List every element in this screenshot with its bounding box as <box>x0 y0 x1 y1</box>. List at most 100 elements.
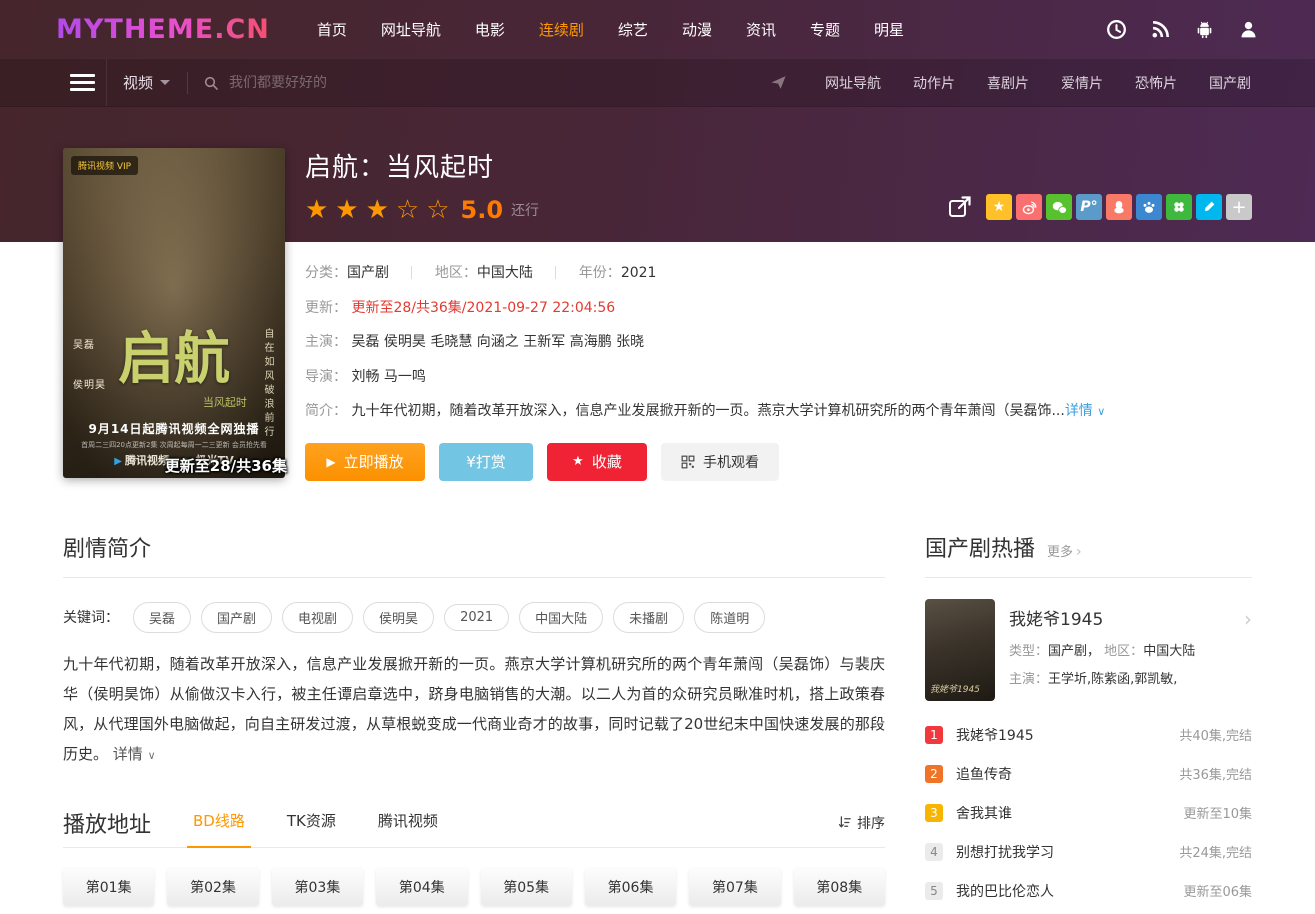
intro-more-link[interactable]: 详情 <box>1065 403 1093 419</box>
rank-item-3[interactable]: 3 舍我其谁 更新至10集 <box>925 803 1252 823</box>
divider <box>411 266 412 279</box>
type-value: 国产剧， <box>1048 644 1100 659</box>
main-nav: 首页 网址导航 电影 连续剧 综艺 动漫 资讯 专题 明星 <box>300 19 921 40</box>
nav-item-stars[interactable]: 明星 <box>857 19 921 40</box>
episode-button[interactable]: 第03集 <box>272 868 363 906</box>
history-icon[interactable] <box>1106 19 1127 40</box>
category-value[interactable]: 国产剧 <box>347 265 389 281</box>
keyword-tag[interactable]: 电视剧 <box>282 602 353 633</box>
quicklink-domestic[interactable]: 国产剧 <box>1193 73 1267 93</box>
nav-item-variety[interactable]: 综艺 <box>601 19 665 40</box>
year-label: 年份： <box>579 265 621 281</box>
sidebar-more-link[interactable]: 更多› <box>1047 541 1082 560</box>
region-value: 中国大陆 <box>1143 644 1195 659</box>
nav-item-news[interactable]: 资讯 <box>729 19 793 40</box>
tab-tk-source[interactable]: TK资源 <box>287 810 336 847</box>
clover-more-share-icon[interactable] <box>1166 194 1192 220</box>
episode-button[interactable]: 第07集 <box>689 868 780 906</box>
chevron-down-icon[interactable]: ∨ <box>148 749 156 762</box>
nav-item-movies[interactable]: 电影 <box>458 19 522 40</box>
rank-item-1[interactable]: 1 我姥爷1945 共40集,完结 <box>925 725 1252 745</box>
quicklink-romance[interactable]: 爱情片 <box>1045 73 1119 93</box>
type-label: 类型： <box>1009 644 1048 659</box>
nav-item-anime[interactable]: 动漫 <box>665 19 729 40</box>
poster-actor-1: 吴磊 <box>73 336 95 351</box>
cast-label: 主演： <box>1009 672 1048 687</box>
featured-title[interactable]: 我姥爷1945 <box>1009 605 1252 630</box>
keyword-tag[interactable]: 2021 <box>444 604 509 631</box>
update-value: 更新至28/共36集/2021-09-27 22:04:56 <box>351 300 615 316</box>
keyword-tag[interactable]: 吴磊 <box>133 602 191 633</box>
qzone-share-icon[interactable]: ★ <box>986 194 1012 220</box>
poster[interactable]: 腾讯视频 VIP 吴磊 侯明昊 启航 当风起时 自在如风破浪前行 9月14日起腾… <box>63 148 285 478</box>
nav-item-site-nav[interactable]: 网址导航 <box>364 19 458 40</box>
keyword-tag[interactable]: 侯明昊 <box>363 602 434 633</box>
write-share-icon[interactable] <box>1196 194 1222 220</box>
search-bar: 视频 网址导航 动作片 喜剧片 爱情片 恐怖片 国产剧 <box>0 58 1315 107</box>
rating-score: 5.0 <box>461 196 504 224</box>
sort-button[interactable]: 排序 <box>837 813 885 847</box>
qr-code-icon <box>681 455 695 469</box>
site-logo[interactable]: MYTHEME.CN <box>56 14 270 45</box>
user-icon[interactable] <box>1238 19 1259 40</box>
keyword-tag[interactable]: 未播剧 <box>613 602 684 633</box>
reward-button[interactable]: ¥打赏 <box>439 443 533 481</box>
director-value[interactable]: 刘畅 马一鸣 <box>351 369 425 385</box>
episode-button[interactable]: 第06集 <box>585 868 676 906</box>
search-icon <box>203 75 219 91</box>
page: MYTHEME.CN 首页 网址导航 电影 连续剧 综艺 动漫 资讯 专题 明星 <box>0 0 1315 914</box>
keyword-tag[interactable]: 陈道明 <box>694 602 765 633</box>
rank-item-5[interactable]: 5 我的巴比伦恋人 更新至06集 <box>925 881 1252 901</box>
quicklink-action[interactable]: 动作片 <box>897 73 971 93</box>
nav-item-topics[interactable]: 专题 <box>793 19 857 40</box>
quicklink-horror[interactable]: 恐怖片 <box>1119 73 1193 93</box>
rank-item-2[interactable]: 2 追鱼传奇 共36集,完结 <box>925 764 1252 784</box>
cast-value[interactable]: 吴磊 侯明昊 毛晓慧 向涵之 王新军 高海鹏 张晓 <box>351 334 644 350</box>
baidu-share-icon[interactable] <box>1136 194 1162 220</box>
paipai-share-icon[interactable]: P° <box>1076 194 1102 220</box>
paper-plane-icon[interactable] <box>770 74 787 91</box>
quicklink-comedy[interactable]: 喜剧片 <box>971 73 1045 93</box>
episode-button[interactable]: 第01集 <box>63 868 154 906</box>
quicklink-site-nav[interactable]: 网址导航 <box>809 73 897 93</box>
tab-bd-line[interactable]: BD线路 <box>193 810 245 847</box>
star-rating-icons[interactable]: ★★★☆☆ <box>305 197 457 223</box>
rank-badge: 1 <box>925 726 943 744</box>
episode-button[interactable]: 第04集 <box>376 868 467 906</box>
favorite-button[interactable]: ★ 收藏 <box>547 443 647 481</box>
sidebar-heading-row: 国产剧热播 更多› <box>925 531 1252 578</box>
episode-grid: 第01集 第02集 第03集 第04集 第05集 第06集 第07集 第08集 … <box>63 868 885 914</box>
region-value[interactable]: 中国大陆 <box>477 265 533 281</box>
hamburger-menu-icon[interactable] <box>70 70 95 95</box>
share-icon[interactable] <box>946 193 974 221</box>
year-value[interactable]: 2021 <box>621 265 657 281</box>
nav-item-home[interactable]: 首页 <box>300 19 364 40</box>
chevron-right-icon: › <box>1244 607 1252 631</box>
more-share-icon[interactable]: + <box>1226 194 1252 220</box>
channel-select[interactable]: 视频 <box>123 72 170 93</box>
episode-button[interactable]: 第08集 <box>794 868 885 906</box>
chevron-down-icon[interactable]: ∨ <box>1097 405 1105 418</box>
rank-badge: 4 <box>925 843 943 861</box>
rank-badge: 5 <box>925 882 943 900</box>
qq-share-icon[interactable] <box>1106 194 1132 220</box>
search-input[interactable] <box>229 75 569 91</box>
wechat-share-icon[interactable] <box>1046 194 1072 220</box>
android-icon[interactable] <box>1194 19 1215 40</box>
synopsis-more-link[interactable]: 详情 <box>113 745 143 763</box>
episode-button[interactable]: 第05集 <box>481 868 572 906</box>
weibo-share-icon[interactable] <box>1016 194 1042 220</box>
tab-tencent-video[interactable]: 腾讯视频 <box>378 810 438 847</box>
keyword-tag[interactable]: 国产剧 <box>201 602 272 633</box>
play-button[interactable]: ▶ 立即播放 <box>305 443 425 481</box>
keyword-tag[interactable]: 中国大陆 <box>519 602 603 633</box>
meta-row-director: 导演： 刘畅 马一鸣 <box>305 368 1252 388</box>
episode-button[interactable]: 第02集 <box>167 868 258 906</box>
rank-item-4[interactable]: 4 别想打扰我学习 共24集,完结 <box>925 842 1252 862</box>
nav-item-series-active[interactable]: 连续剧 <box>522 19 601 40</box>
category-label: 分类： <box>305 265 347 281</box>
mobile-watch-button[interactable]: 手机观看 <box>661 443 779 481</box>
featured-card[interactable]: 我姥爷1945 我姥爷1945 › 类型：国产剧， 地区：中国大陆 主演：王学圻… <box>925 599 1252 701</box>
rss-icon[interactable] <box>1150 19 1171 40</box>
region-label: 地区： <box>1104 644 1143 659</box>
